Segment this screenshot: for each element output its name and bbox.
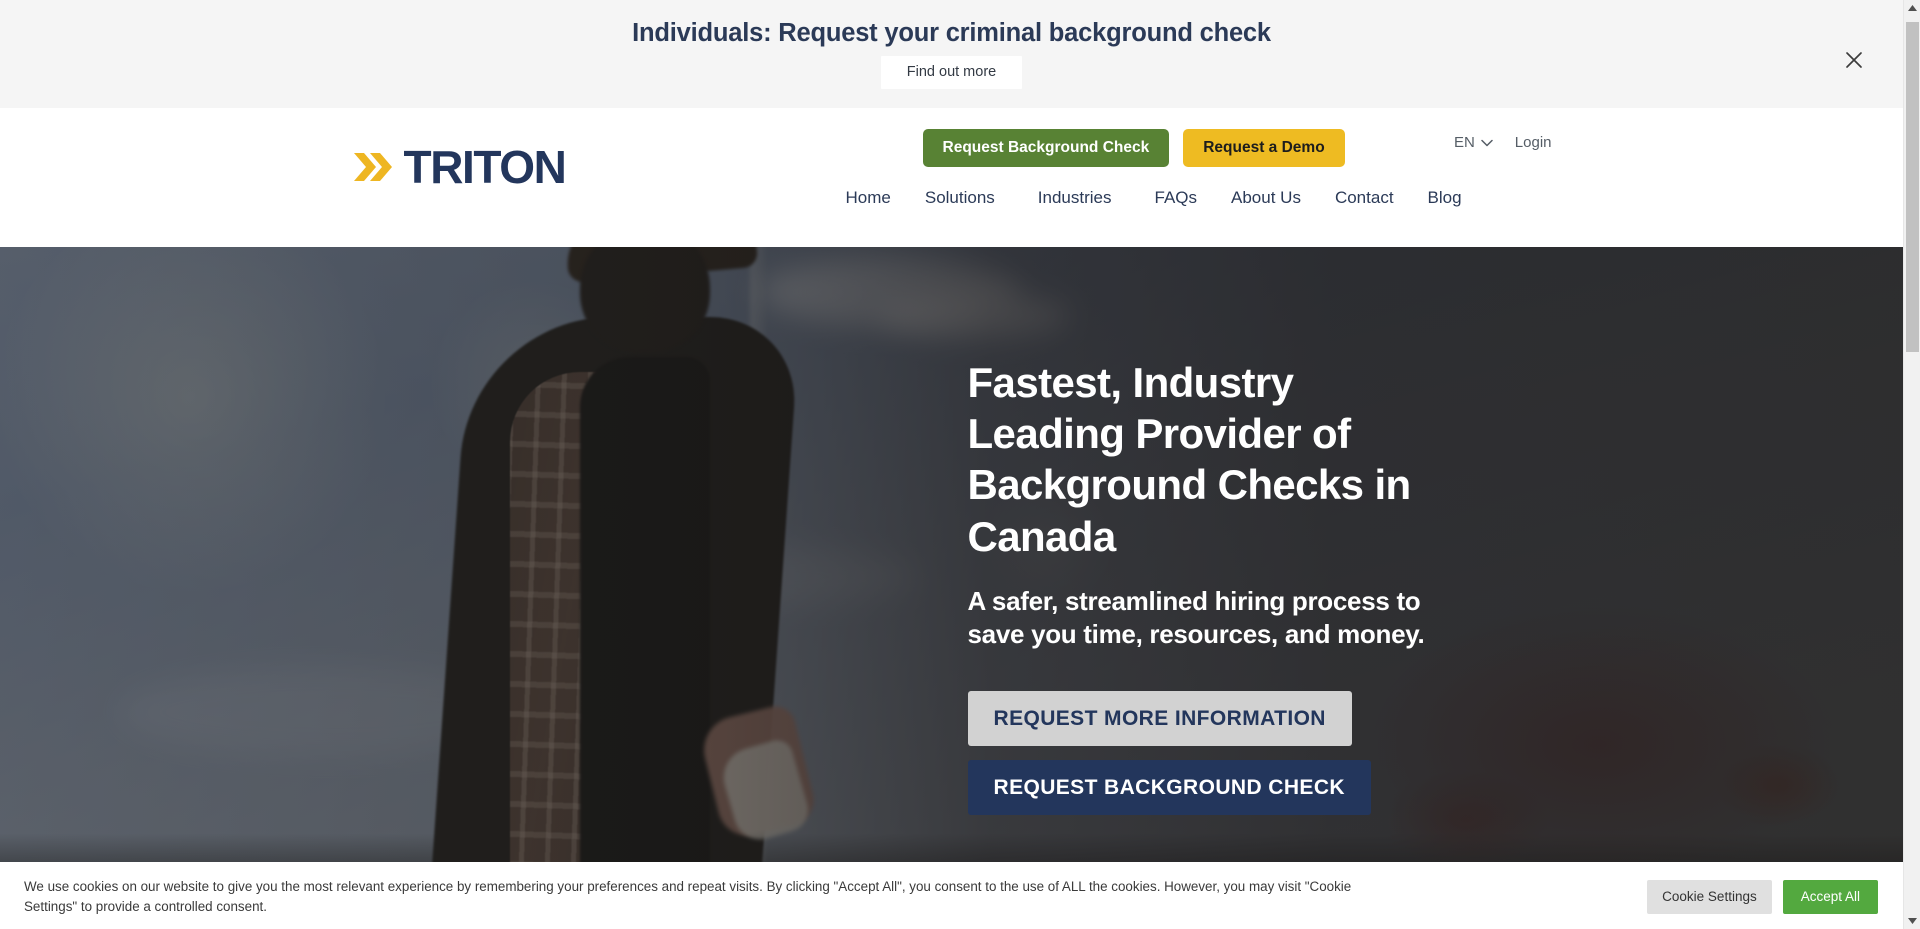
nav-item-contact[interactable]: Contact [1318, 188, 1411, 208]
language-selector-label: EN [1453, 134, 1475, 151]
scroll-down-arrow-icon[interactable] [1904, 913, 1920, 929]
accept-all-cookies-button[interactable]: Accept All [1782, 880, 1878, 914]
hero-section: Fastest, Industry Leading Provider of Ba… [0, 247, 1903, 929]
request-more-information-button[interactable]: REQUEST MORE INFORMATION [967, 690, 1352, 747]
site-logo[interactable]: TRITON [352, 141, 567, 193]
nav-item-solutions[interactable]: Solutions [908, 188, 1021, 208]
logo-wordmark: TRITON [403, 141, 567, 193]
chevron-down-icon [1481, 134, 1493, 151]
main-navigation: Home Solutions Industries FAQs About Us … [829, 188, 1479, 208]
scroll-up-arrow-icon[interactable] [1904, 0, 1920, 16]
request-demo-button[interactable]: Request a Demo [1183, 129, 1345, 167]
browser-viewport: Individuals: Request your criminal backg… [0, 0, 1903, 929]
nav-item-blog[interactable]: Blog [1411, 188, 1479, 208]
cookie-settings-button[interactable]: Cookie Settings [1647, 880, 1772, 914]
promo-banner-title: Individuals: Request your criminal backg… [632, 18, 1271, 47]
nav-item-industries[interactable]: Industries [1021, 188, 1138, 208]
header-inner: TRITON EN Login Request Background Check… [352, 108, 1552, 247]
utility-links: EN Login [1454, 134, 1552, 151]
hero-request-background-check-button[interactable]: REQUEST BACKGROUND CHECK [967, 760, 1371, 816]
hero-headline: Fastest, Industry Leading Provider of Ba… [967, 359, 1412, 560]
scrollbar-thumb[interactable] [1906, 22, 1919, 352]
vertical-scrollbar[interactable] [1903, 0, 1920, 929]
cookie-consent-text: We use cookies on our website to give yo… [24, 879, 1352, 914]
request-background-check-button[interactable]: Request Background Check [922, 129, 1170, 167]
header-right: EN Login Request Background Check Reques… [792, 108, 1552, 247]
language-selector[interactable]: EN [1454, 134, 1493, 151]
header-cta-group: Request Background Check Request a Demo [922, 129, 1345, 167]
nav-item-faqs[interactable]: FAQs [1138, 188, 1215, 208]
page-root: Individuals: Request your criminal backg… [0, 0, 1920, 929]
nav-item-about-us[interactable]: About Us [1214, 188, 1318, 208]
hero-content: Fastest, Industry Leading Provider of Ba… [352, 247, 1552, 929]
site-header: TRITON EN Login Request Background Check… [0, 108, 1903, 247]
close-icon[interactable] [1841, 47, 1867, 73]
login-link[interactable]: Login [1515, 134, 1552, 151]
nav-item-home[interactable]: Home [829, 188, 908, 208]
hero-cta-group: REQUEST MORE INFORMATION REQUEST BACKGRO… [967, 690, 1528, 816]
cookie-button-group: Cookie Settings Accept All [1647, 880, 1878, 914]
promo-banner: Individuals: Request your criminal backg… [0, 0, 1903, 108]
hero-subheadline: A safer, streamlined hiring process to s… [967, 585, 1425, 649]
double-chevron-icon [352, 147, 398, 187]
cookie-consent-banner: We use cookies on our website to give yo… [0, 862, 1903, 929]
hero-copy: Fastest, Industry Leading Provider of Ba… [967, 357, 1528, 816]
find-out-more-button[interactable]: Find out more [880, 55, 1023, 90]
